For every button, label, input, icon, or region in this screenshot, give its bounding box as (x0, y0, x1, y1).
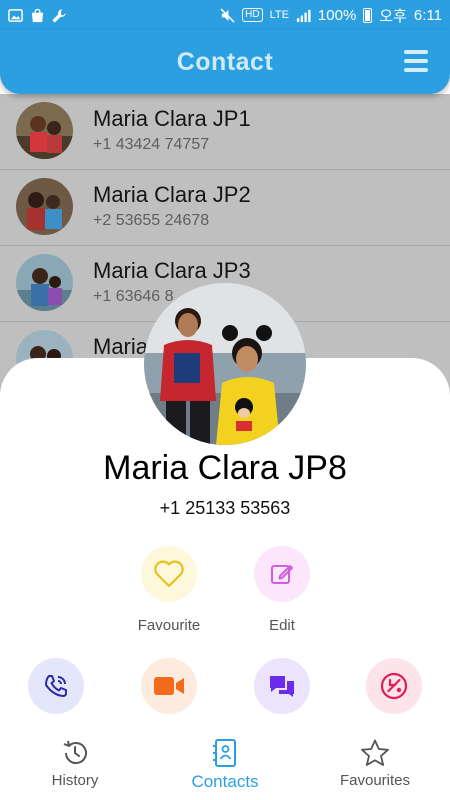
favourite-button[interactable] (141, 546, 197, 602)
video-call-button[interactable] (141, 658, 197, 714)
shopping-bag-icon (31, 8, 44, 22)
nav-favourites[interactable]: Favourites (300, 728, 450, 800)
status-ampm: 오후 (379, 7, 407, 25)
edit-icon (271, 565, 293, 584)
menu-icon[interactable] (404, 50, 428, 72)
contact-name: Maria (93, 334, 149, 359)
call-button[interactable] (28, 658, 84, 714)
image-icon (8, 8, 23, 22)
signal-icon (296, 9, 311, 22)
phone-call-icon (45, 675, 67, 697)
nav-history-label: History (51, 772, 99, 789)
block-icon (380, 672, 408, 700)
nav-contacts[interactable]: Contacts (150, 728, 300, 800)
heart-icon (154, 560, 184, 588)
status-time: 6:11 (413, 6, 442, 24)
edit-label: Edit (269, 617, 295, 634)
contact-detail-name: Maria Clara JP8 (103, 449, 347, 487)
star-icon (361, 739, 389, 766)
app-header: Contact (0, 30, 450, 94)
favourite-label: Favourite (137, 617, 201, 634)
status-bar-left (8, 8, 67, 23)
nav-favourites-label: Favourites (339, 772, 411, 789)
contact-photo (144, 283, 306, 445)
status-bar-right: HD LTE 100% 오후 6:11 (220, 5, 442, 26)
contact-list-item[interactable]: Maria Clara JP2 +2 53655 24678 (0, 170, 450, 246)
contact-phone: +2 53655 24678 (93, 212, 210, 229)
battery-icon (363, 7, 373, 23)
wrench-icon (52, 8, 66, 22)
nav-contacts-label: Contacts (191, 772, 259, 791)
battery-percent: 100% (317, 6, 357, 24)
message-button[interactable] (254, 658, 310, 714)
avatar (16, 254, 73, 311)
contact-list-item[interactable]: Maria Clara JP1 +1 43424 74757 (0, 94, 450, 170)
avatar (16, 178, 73, 235)
mute-icon (220, 7, 235, 23)
contact-name: Maria Clara JP2 (93, 182, 251, 207)
block-button[interactable] (366, 658, 422, 714)
contact-name: Maria Clara JP3 (93, 258, 251, 283)
contacts-book-icon (213, 739, 236, 767)
history-icon (63, 740, 87, 765)
contact-phone: +1 43424 74757 (93, 136, 210, 153)
contact-detail-phone: +1 25133 53563 (159, 498, 291, 518)
contact-phone: +1 63646 8 (93, 288, 174, 305)
bottom-nav: History Contacts Favourites (0, 728, 450, 800)
contact-name: Maria Clara JP1 (93, 106, 251, 131)
chat-icon (270, 676, 294, 697)
page-title: Contact (176, 47, 274, 76)
hd-badge: HD (242, 8, 263, 22)
edit-button[interactable] (254, 546, 310, 602)
status-bar: HD LTE 100% 오후 6:11 (0, 0, 450, 30)
avatar (16, 102, 73, 159)
nav-history[interactable]: History (0, 728, 150, 800)
network-type: LTE (269, 9, 289, 21)
video-icon (154, 677, 184, 695)
